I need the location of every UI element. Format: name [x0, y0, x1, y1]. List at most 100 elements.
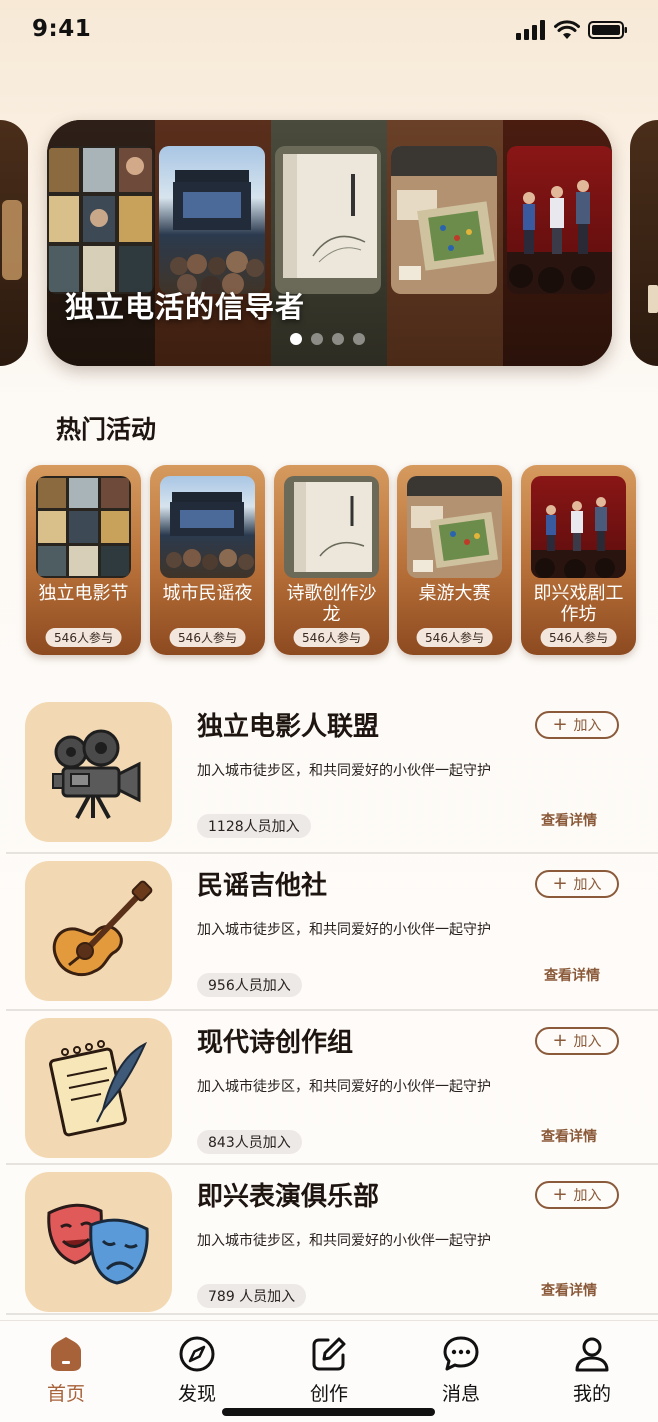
hot-activity-name: 即兴戏剧工作坊 — [533, 583, 624, 625]
hero-banner[interactable]: 独立电活的信导者 — [47, 120, 612, 366]
wifi-icon — [554, 20, 580, 39]
improv-stage-thumb — [531, 476, 626, 578]
tab-label: 我的 — [572, 1383, 611, 1405]
board-game-image — [391, 146, 497, 294]
carousel-prev-card[interactable] — [0, 120, 28, 366]
status-time: 9:41 — [32, 16, 92, 42]
poetry-book-image — [275, 146, 381, 294]
plus-icon: + — [552, 1184, 568, 1205]
hero-title: 独立电活的信导者 — [65, 290, 306, 324]
home-icon — [51, 1337, 81, 1371]
carousel-dot-3[interactable] — [332, 333, 344, 345]
tab-label: 首页 — [46, 1383, 85, 1405]
theater-masks-icon — [46, 1203, 149, 1285]
club-icon-box — [25, 1018, 172, 1158]
club-name: 民谣吉他社 — [197, 871, 328, 901]
compass-icon — [179, 1336, 215, 1372]
folk-festival-thumb — [160, 476, 255, 578]
view-details-link[interactable]: 查看详情 — [544, 965, 600, 985]
folk-festival-image — [159, 146, 265, 294]
hot-activity-card[interactable]: 诗歌创作沙龙 546人参与 — [274, 465, 389, 655]
hot-activity-name: 城市民谣夜 — [162, 583, 253, 604]
club-name: 独立电影人联盟 — [197, 712, 380, 742]
hot-activity-count: 546人参与 — [293, 628, 370, 647]
club-description: 加入城市徒步区，和共同爱好的小伙伴一起守护 — [197, 1079, 491, 1095]
club-item[interactable]: 现代诗创作组 加入城市徒步区，和共同爱好的小伙伴一起守护 843人员加入 + 加… — [0, 1018, 658, 1165]
join-button[interactable]: + 加入 — [535, 1181, 619, 1209]
club-description: 加入城市徒步区，和共同爱好的小伙伴一起守护 — [197, 763, 491, 779]
club-item[interactable]: 独立电影人联盟 加入城市徒步区，和共同爱好的小伙伴一起守护 1128人员加入 +… — [0, 702, 658, 854]
bottom-tab-bar: 首页 发现 创作 消息 我的 — [0, 1320, 658, 1422]
divider — [6, 852, 658, 854]
club-icon-box — [25, 861, 172, 1001]
hot-activity-count: 546人参与 — [169, 628, 246, 647]
view-details-link[interactable]: 查看详情 — [541, 1126, 597, 1146]
club-description: 加入城市徒步区，和共同爱好的小伙伴一起守护 — [197, 922, 491, 938]
edit-icon — [312, 1337, 346, 1371]
guitar-icon — [52, 880, 152, 976]
board-game-thumb — [407, 476, 502, 578]
carousel-dot-2[interactable] — [311, 333, 323, 345]
join-button[interactable]: + 加入 — [535, 870, 619, 898]
hot-activity-card[interactable]: 即兴戏剧工作坊 546人参与 — [521, 465, 636, 655]
tab-home[interactable]: 首页 — [26, 1335, 106, 1406]
hot-activity-card[interactable]: 独立电影节 546人参与 — [26, 465, 141, 655]
divider — [6, 1163, 658, 1165]
home-indicator — [222, 1408, 435, 1416]
club-item[interactable]: 民谣吉他社 加入城市徒步区，和共同爱好的小伙伴一起守护 956人员加入 + 加入… — [0, 861, 658, 1011]
club-description: 加入城市徒步区，和共同爱好的小伙伴一起守护 — [197, 1233, 491, 1249]
club-icon-box — [25, 1172, 172, 1312]
hot-activity-count: 546人参与 — [540, 628, 617, 647]
plus-icon: + — [552, 873, 568, 894]
club-item[interactable]: 即兴表演俱乐部 加入城市徒步区，和共同爱好的小伙伴一起守护 789 人员加入 +… — [0, 1172, 658, 1315]
tab-label: 消息 — [441, 1383, 480, 1405]
join-button[interactable]: + 加入 — [535, 1027, 619, 1055]
movie-camera-icon — [51, 729, 140, 819]
battery-icon — [588, 21, 627, 39]
user-icon — [575, 1337, 609, 1372]
divider — [6, 1009, 658, 1011]
club-member-count: 1128人员加入 — [197, 814, 311, 838]
carousel-dot-1[interactable] — [290, 333, 302, 345]
plus-icon: + — [552, 714, 568, 735]
film-posters-thumb — [36, 476, 131, 578]
tab-label: 创作 — [309, 1383, 348, 1405]
status-icons — [516, 20, 628, 40]
join-label: 加入 — [573, 1188, 602, 1204]
improv-stage-image — [507, 146, 612, 294]
join-label: 加入 — [573, 718, 602, 734]
view-details-link[interactable]: 查看详情 — [541, 810, 597, 830]
tab-create[interactable]: 创作 — [289, 1335, 369, 1406]
hot-activity-name: 诗歌创作沙龙 — [286, 583, 377, 625]
view-details-link[interactable]: 查看详情 — [541, 1280, 597, 1300]
poetry-book-thumb — [284, 476, 379, 578]
carousel-dot-4[interactable] — [353, 333, 365, 345]
hot-activity-card[interactable]: 桌游大赛 546人参与 — [397, 465, 512, 655]
tab-messages[interactable]: 消息 — [421, 1335, 501, 1406]
signal-icon — [516, 20, 545, 40]
join-label: 加入 — [573, 1034, 602, 1050]
club-member-count: 789 人员加入 — [197, 1284, 307, 1308]
tab-profile[interactable]: 我的 — [552, 1335, 632, 1406]
join-button[interactable]: + 加入 — [535, 711, 619, 739]
club-member-count: 956人员加入 — [197, 973, 302, 997]
club-icon-box — [25, 702, 172, 842]
plus-icon: + — [552, 1030, 568, 1051]
carousel-dots[interactable] — [290, 333, 365, 345]
hot-activity-count: 546人参与 — [416, 628, 493, 647]
notepad-quill-icon — [48, 1040, 147, 1137]
hot-activity-name: 桌游大赛 — [418, 583, 491, 604]
film-posters-image — [47, 146, 154, 294]
join-label: 加入 — [573, 877, 602, 893]
tab-discover[interactable]: 发现 — [157, 1335, 237, 1406]
hot-activity-count: 546人参与 — [45, 628, 122, 647]
section-title-hot: 热门活动 — [56, 415, 157, 444]
hot-activity-name: 独立电影节 — [38, 583, 129, 604]
tab-label: 发现 — [177, 1383, 216, 1405]
divider — [6, 1313, 658, 1315]
carousel-next-card[interactable] — [630, 120, 658, 366]
club-name: 即兴表演俱乐部 — [197, 1182, 380, 1212]
chat-bubble-icon — [443, 1336, 479, 1371]
hot-activity-card[interactable]: 城市民谣夜 546人参与 — [150, 465, 265, 655]
club-member-count: 843人员加入 — [197, 1130, 302, 1154]
